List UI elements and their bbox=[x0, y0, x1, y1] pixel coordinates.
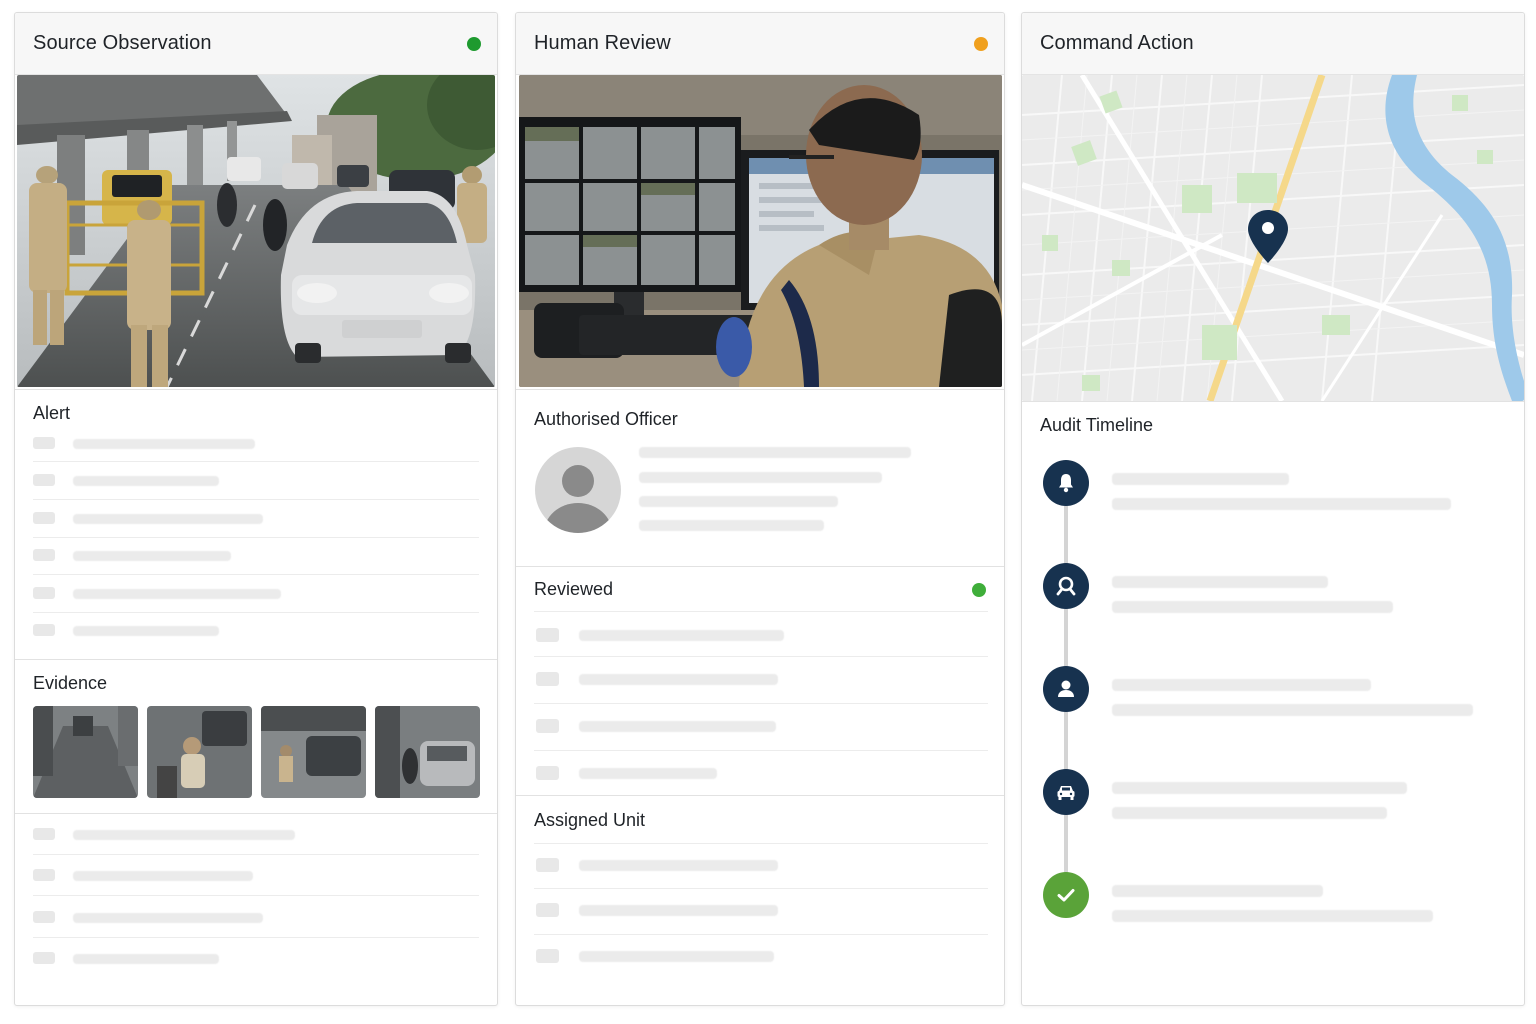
source-observation-panel: Source Observation Alert Evidence bbox=[14, 12, 498, 1006]
reviewed-status-indicator bbox=[972, 583, 986, 597]
panel-title: Human Review bbox=[534, 32, 671, 54]
human-review-header: Human Review bbox=[516, 13, 1004, 75]
audit-timeline-title: Audit Timeline bbox=[1040, 415, 1154, 435]
incident-map[interactable] bbox=[1022, 75, 1524, 401]
reviewed-section-title: Reviewed bbox=[534, 579, 614, 599]
authorised-officer-title: Authorised Officer bbox=[534, 409, 678, 429]
assigned-unit-title: Assigned Unit bbox=[534, 810, 646, 830]
evidence-thumbnail-1[interactable] bbox=[33, 706, 138, 798]
status-indicator bbox=[467, 36, 481, 51]
street-camera-image[interactable] bbox=[17, 75, 495, 387]
bell-icon[interactable] bbox=[1043, 460, 1089, 506]
check-icon[interactable] bbox=[1043, 872, 1089, 918]
alert-section-title: Alert bbox=[33, 403, 71, 423]
panel-title: Command Action bbox=[1040, 32, 1194, 54]
user-icon[interactable] bbox=[1043, 666, 1089, 712]
panel-title: Source Observation bbox=[33, 32, 212, 54]
source-observation-header: Source Observation bbox=[15, 13, 497, 75]
search-icon[interactable] bbox=[1043, 563, 1089, 609]
car-icon[interactable] bbox=[1043, 769, 1089, 815]
evidence-section-title: Evidence bbox=[33, 673, 108, 693]
control-room-image[interactable] bbox=[519, 75, 1002, 387]
command-action-header: Command Action bbox=[1022, 13, 1524, 75]
evidence-thumbnail-3[interactable] bbox=[261, 706, 366, 798]
avatar bbox=[535, 447, 621, 533]
status-indicator bbox=[974, 36, 988, 51]
evidence-thumbnail-2[interactable] bbox=[147, 706, 252, 798]
command-action-panel: Command Action Audit Timeline bbox=[1021, 12, 1525, 1006]
evidence-thumbnail-4[interactable] bbox=[375, 706, 480, 798]
human-review-panel: Human Review Authorised Officer Reviewed… bbox=[515, 12, 1005, 1006]
